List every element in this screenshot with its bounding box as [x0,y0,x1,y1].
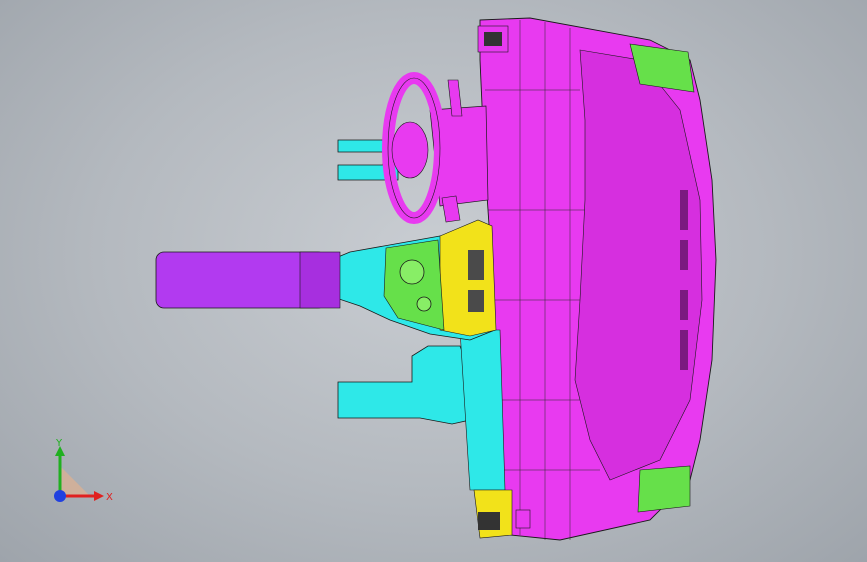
lower-cyan-bracket[interactable] [337,345,471,425]
dashboard-model[interactable] [0,0,867,562]
y-axis-label: Y [55,438,63,449]
armrest-base[interactable] [299,251,341,309]
x-arrow [94,491,104,501]
xy-plane [60,466,90,496]
graphics-viewport[interactable]: Y X [0,0,867,562]
upper-vent[interactable] [477,25,509,53]
z-axis-dot [54,490,66,502]
steering-wheel[interactable] [382,72,446,224]
control-knob-small[interactable] [416,296,432,312]
coordinate-triad: Y X [54,438,113,503]
lower-cyan-strip[interactable] [459,329,506,491]
control-knob[interactable] [399,259,425,285]
x-axis-label: X [106,492,113,503]
bottom-green-endcap[interactable] [637,465,691,513]
